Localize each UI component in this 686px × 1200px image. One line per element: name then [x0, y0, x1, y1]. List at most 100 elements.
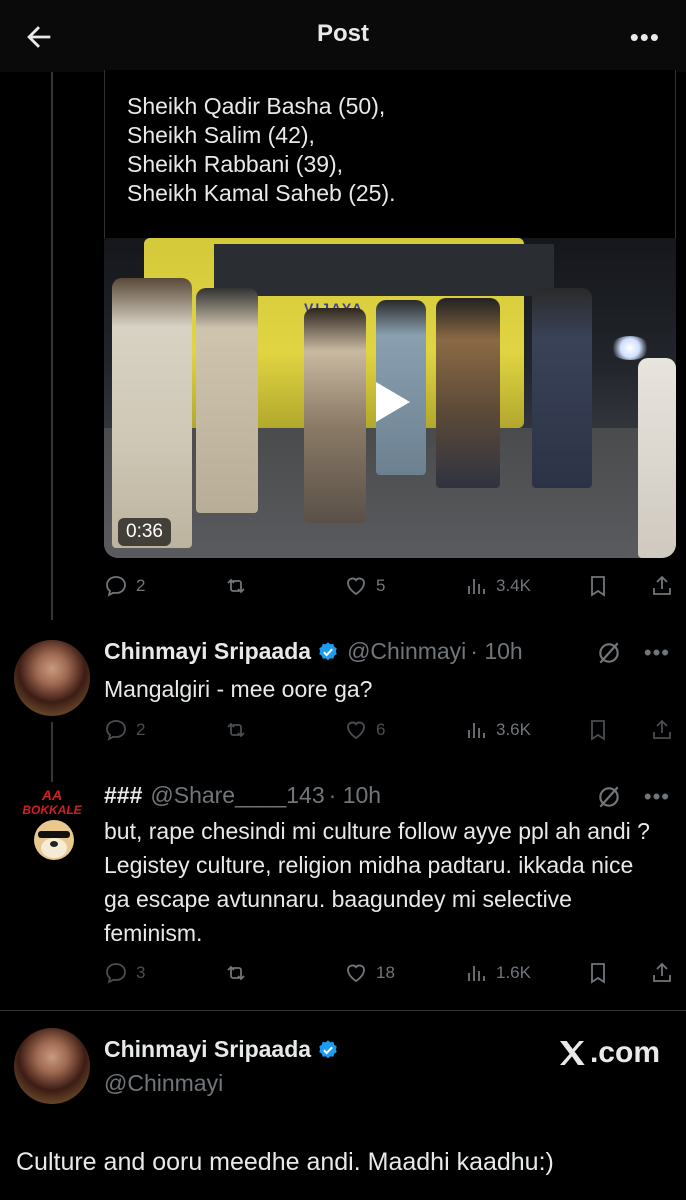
tweet-time: · 10h [328, 782, 382, 808]
like-button[interactable]: 6 [344, 712, 385, 748]
video-figure [436, 298, 500, 488]
reply-icon [106, 576, 126, 597]
more-options-button[interactable]: ••• [630, 22, 660, 53]
heart-icon [347, 577, 365, 596]
share-icon [653, 962, 671, 982]
tweet-text: Mangalgiri - mee oore ga? [104, 676, 373, 702]
quoted-line: Sheikh Rabbani (39), [127, 151, 344, 177]
share-button[interactable] [650, 955, 674, 991]
retweet-icon [227, 578, 245, 594]
retweet-button[interactable] [224, 955, 248, 991]
x-logo-icon [559, 1041, 585, 1065]
views-icon [468, 579, 485, 594]
tweet-options: ••• [596, 784, 670, 810]
brand-text: .com [589, 1036, 660, 1069]
share-icon [653, 575, 671, 595]
video-figure [196, 288, 258, 513]
like-count: 18 [376, 963, 395, 982]
retweet-icon [227, 722, 245, 738]
video-figure [532, 288, 592, 488]
quoted-line: Sheikh Salim (42), [127, 122, 315, 148]
bus-windows [214, 244, 554, 296]
tweet-text: but, rape chesindi mi culture follow ayy… [104, 818, 650, 946]
tweet-header: ### @Share____143 · 10h [104, 782, 381, 809]
quoted-line: Sheikh Qadir Basha (50), [127, 93, 386, 119]
verified-badge-icon [319, 641, 337, 660]
avatar[interactable]: AA BOKKALE [14, 782, 90, 862]
video-figure [304, 308, 366, 523]
thread-line [51, 722, 53, 782]
bookmark-icon [591, 963, 605, 984]
author-name[interactable]: Chinmayi Sripaada [104, 638, 311, 665]
grok-icon[interactable] [596, 784, 622, 810]
share-button[interactable] [650, 568, 674, 604]
tweet-header: Chinmayi Sripaada @Chinmayi · 10h [104, 638, 523, 665]
divider [0, 1010, 686, 1011]
tweet-header: Chinmayi Sripaada [104, 1036, 339, 1063]
reply-icon [106, 720, 126, 741]
avatar-text: BOKKALE [22, 803, 82, 817]
reply-button[interactable]: 3 [104, 955, 145, 991]
bookmark-button[interactable] [586, 568, 610, 604]
tweet-options: ••• [596, 640, 670, 666]
quoted-tweet-text[interactable]: Sheikh Qadir Basha (50), Sheikh Salim (4… [104, 70, 676, 238]
views-count: 3.4K [496, 576, 531, 595]
more-options-button[interactable]: ••• [644, 784, 670, 810]
share-icon [653, 719, 671, 739]
author-handle[interactable]: @Share____143 [150, 782, 324, 809]
share-button[interactable] [650, 712, 674, 748]
top-bar: Post ••• [0, 0, 686, 72]
bookmark-icon [591, 720, 605, 741]
video-figure [638, 358, 676, 558]
author-name[interactable]: Chinmayi Sripaada [104, 1036, 311, 1063]
action-bar: 3 18 1.6K [104, 955, 676, 991]
avatar[interactable] [14, 1028, 90, 1104]
action-bar: 2 6 3.6K [104, 712, 676, 748]
retweet-button[interactable] [224, 568, 248, 604]
video-headlight [610, 336, 650, 360]
reply-count: 2 [136, 576, 146, 595]
bookmark-button[interactable] [586, 955, 610, 991]
views-count: 1.6K [496, 963, 531, 982]
avatar-text: AA [41, 787, 62, 803]
play-icon[interactable] [372, 380, 412, 424]
video-player[interactable]: VIJAYA 0:36 [104, 238, 676, 558]
views-icon [468, 966, 485, 981]
views-button[interactable]: 1.6K [464, 955, 531, 991]
verified-badge-icon [319, 1039, 337, 1058]
like-count: 5 [376, 576, 386, 595]
video-duration: 0:36 [118, 518, 171, 546]
video-figure [112, 278, 192, 548]
author-name[interactable]: ### [104, 782, 142, 809]
page-title: Post [316, 20, 369, 47]
heart-icon [347, 721, 365, 740]
bookmark-button[interactable] [586, 712, 610, 748]
like-button[interactable]: 18 [344, 955, 395, 991]
author-handle[interactable]: @Chinmayi [104, 1070, 223, 1097]
reply-icon [106, 963, 126, 984]
reply-count: 2 [136, 720, 146, 739]
tweet-handle-line: @Chinmayi [104, 1070, 223, 1097]
views-button[interactable]: 3.6K [464, 712, 531, 748]
x-brand: .com [556, 1036, 660, 1070]
doge-sticker-icon: AA BOKKALE [22, 787, 83, 860]
bookmark-icon [591, 576, 605, 597]
avatar[interactable] [14, 640, 90, 716]
views-count: 3.6K [496, 720, 531, 739]
reply-count: 3 [136, 963, 146, 982]
reply-button[interactable]: 2 [104, 568, 145, 604]
author-handle[interactable]: @Chinmayi [347, 638, 466, 665]
retweet-button[interactable] [224, 712, 248, 748]
retweet-icon [227, 965, 245, 981]
like-button[interactable]: 5 [344, 568, 385, 604]
grok-icon[interactable] [596, 640, 622, 666]
like-count: 6 [376, 720, 386, 739]
more-options-button[interactable]: ••• [644, 640, 670, 666]
views-icon [468, 723, 485, 738]
tweet-time: · 10h [470, 638, 523, 664]
views-button[interactable]: 3.4K [464, 568, 531, 604]
heart-icon [347, 964, 365, 983]
quoted-line: Sheikh Kamal Saheb (25). [127, 180, 396, 206]
reply-button[interactable]: 2 [104, 712, 145, 748]
action-bar: 2 5 3.4K [104, 568, 676, 604]
